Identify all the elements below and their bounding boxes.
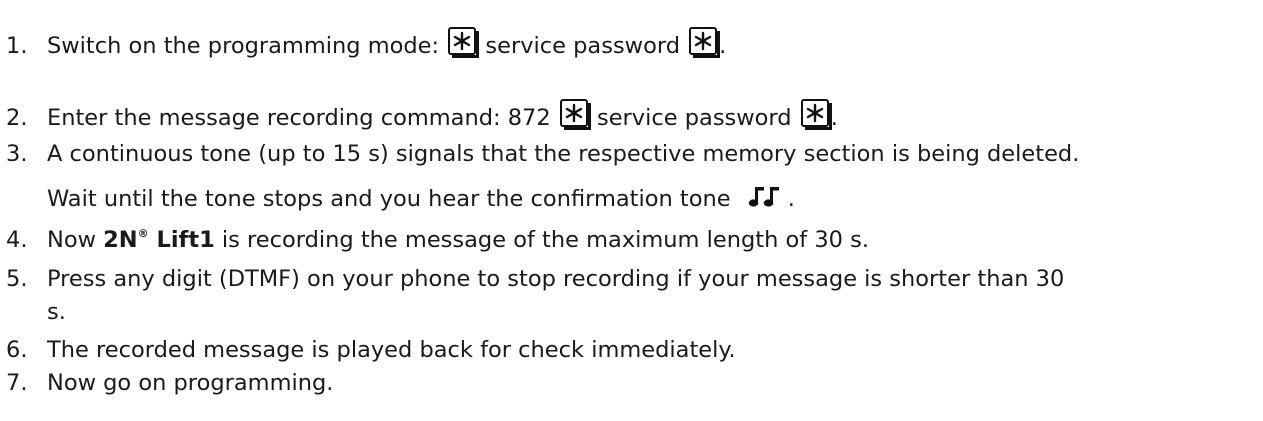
star-key-icon <box>559 99 591 130</box>
step-text: . <box>719 33 727 59</box>
step-number: 2. <box>6 105 28 131</box>
step-text: Enter the message recording command: 872 <box>47 105 558 131</box>
step-text: Now go on programming. <box>47 370 334 396</box>
step-text: Wait until the tone stops and you hear t… <box>47 186 738 212</box>
double-note-icon <box>748 186 780 213</box>
product-name-suffix: Lift1 <box>148 227 215 253</box>
star-key-icon <box>689 27 721 58</box>
step-text: service password <box>478 33 688 59</box>
step-text: s. <box>47 299 66 325</box>
star-key-icon <box>800 99 832 130</box>
step-7: 7. Now go on programming. <box>0 372 333 395</box>
step-number: 4. <box>6 227 28 253</box>
step-text: The recorded message is played back for … <box>47 337 736 363</box>
step-number: 1. <box>6 33 28 59</box>
step-text: . <box>830 105 838 131</box>
step-3: 3. A continuous tone (up to 15 s) signals… <box>0 143 1079 166</box>
step-6: 6. The recorded message is played back fo… <box>0 339 736 362</box>
step-text: A continuous tone (up to 15 s) signals t… <box>47 141 1080 167</box>
registered-mark: ® <box>137 227 149 240</box>
step-text: Press any digit (DTMF) on your phone to … <box>47 266 1065 292</box>
step-number: 7. <box>6 370 28 396</box>
step-5-continuation: s. <box>0 301 66 324</box>
step-text: Now <box>47 227 104 253</box>
step-text: service password <box>589 105 799 131</box>
product-name: 2N <box>103 227 138 253</box>
step-4: 4. Now 2N® Lift1 is recording the message… <box>0 228 869 252</box>
step-1: 1. Switch on the programming mode: servic… <box>0 27 726 58</box>
step-text: . <box>787 186 795 212</box>
step-5: 5. Press any digit (DTMF) on your phone t… <box>0 268 1064 291</box>
step-number: 3. <box>6 141 28 167</box>
star-key-icon <box>448 27 480 58</box>
step-text: Switch on the programming mode: <box>47 33 447 59</box>
step-3-continuation: Wait until the tone stops and you hear t… <box>0 186 795 213</box>
step-number: 5. <box>6 266 28 292</box>
step-2: 2. Enter the message recording command: 8… <box>0 99 838 130</box>
step-number: 6. <box>6 337 28 363</box>
step-text: is recording the message of the maximum … <box>214 227 869 253</box>
